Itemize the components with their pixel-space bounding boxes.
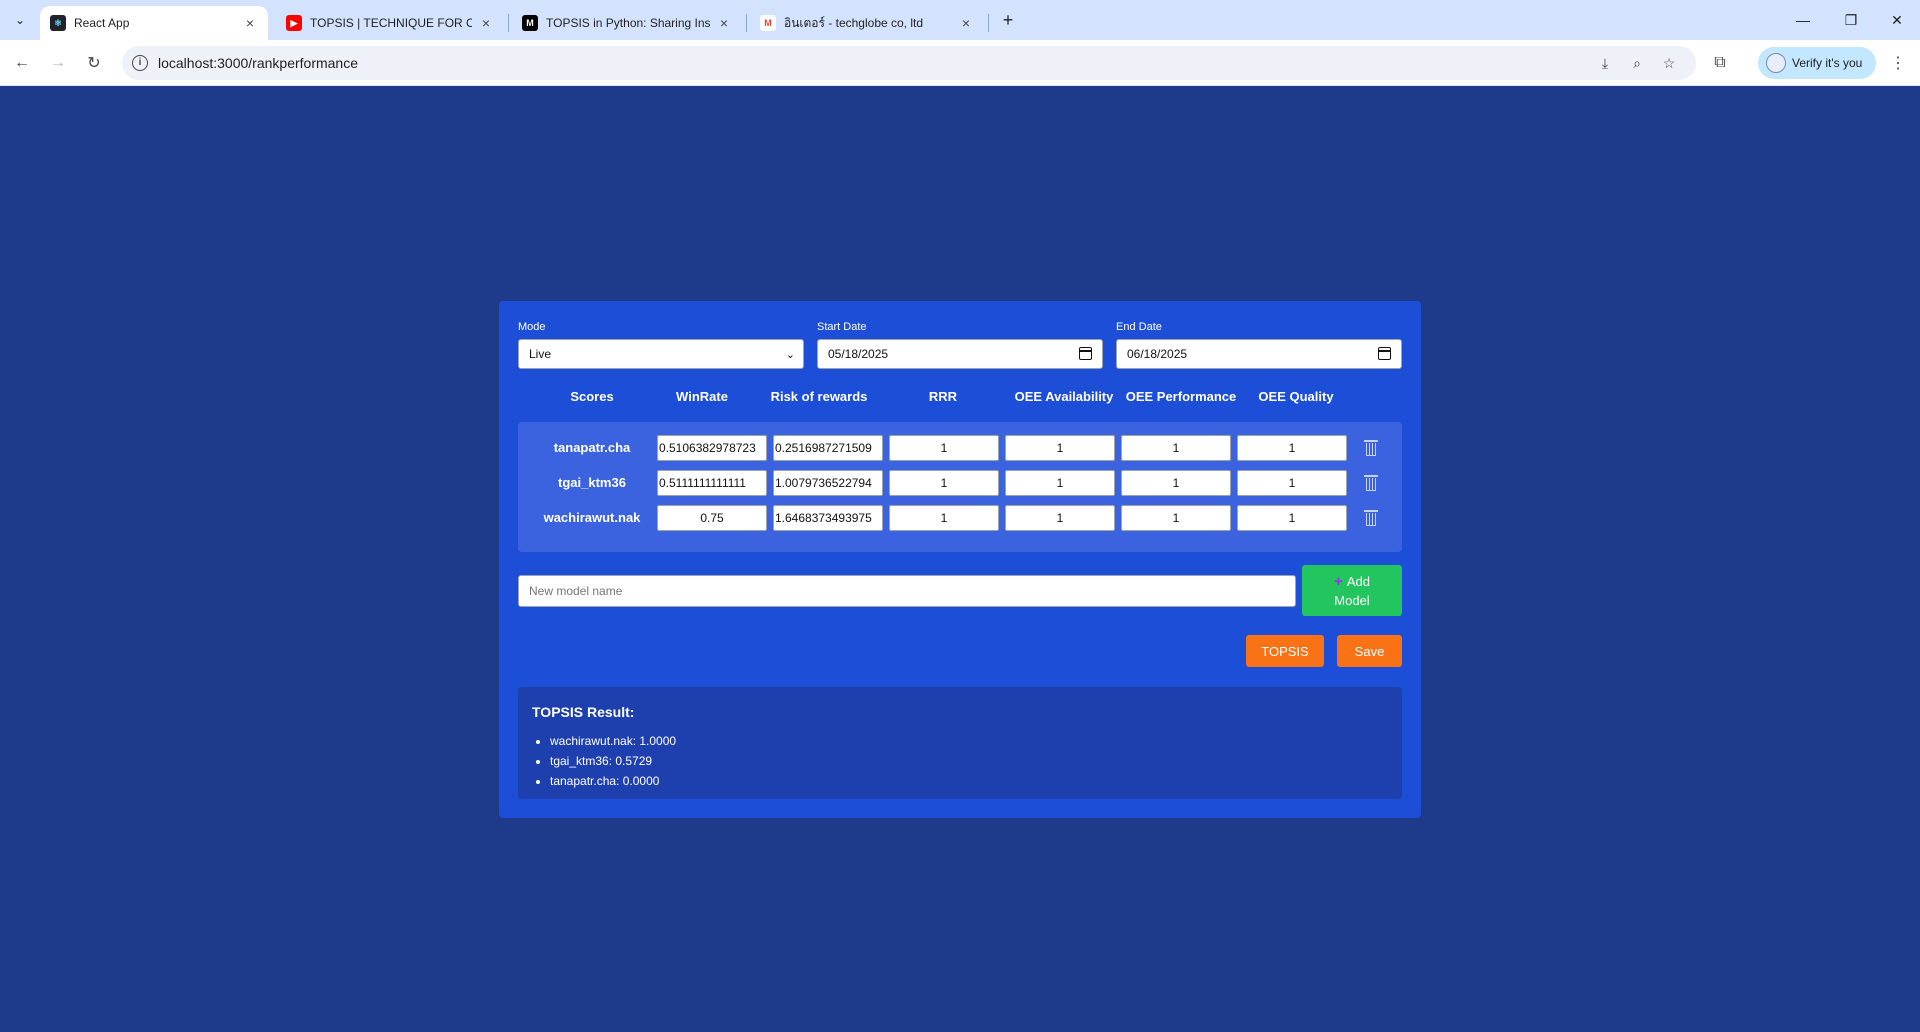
close-icon[interactable]: × <box>716 15 732 31</box>
oee-performance-input[interactable]: 1 <box>1121 435 1231 461</box>
winrate-input[interactable]: 0.5106382978723 <box>657 435 767 461</box>
save-button[interactable]: Save <box>1337 635 1402 667</box>
back-icon[interactable]: ← <box>8 49 36 77</box>
minimize-icon[interactable]: — <box>1780 0 1826 40</box>
row-name: tanapatr.cha <box>553 440 631 455</box>
forward-icon[interactable]: → <box>44 49 72 77</box>
header-winrate: WinRate <box>676 389 728 404</box>
reload-icon[interactable]: ↻ <box>80 49 108 77</box>
address-bar[interactable]: i localhost:3000/rankperformance ⤓ ⌕ ☆ <box>122 46 1696 80</box>
browser-toolbar: ← → ↻ i localhost:3000/rankperformance ⤓… <box>0 40 1920 86</box>
calendar-icon[interactable] <box>1079 347 1092 360</box>
tab-separator <box>746 14 747 32</box>
start-date-input[interactable]: 05/18/2025 <box>817 339 1103 369</box>
row-name: tgai_ktm36 <box>558 475 626 490</box>
tab-topsis-python[interactable]: M TOPSIS in Python: Sharing Insig × <box>512 6 742 40</box>
header-risk-of-rewards: Risk of rewards <box>770 389 868 404</box>
oee-quality-input[interactable]: 1 <box>1237 435 1347 461</box>
header-oee-quality: OEE Quality <box>1258 389 1334 404</box>
header-oee-performance: OEE Performance <box>1125 389 1237 404</box>
new-model-input[interactable]: New model name <box>518 575 1296 607</box>
row-name: wachirawut.nak <box>543 510 641 525</box>
close-icon[interactable]: × <box>242 15 258 31</box>
end-date-label: End Date <box>1116 321 1162 333</box>
tab-title: TOPSIS in Python: Sharing Insig <box>546 16 710 30</box>
oee-availability-input[interactable]: 1 <box>1005 505 1115 531</box>
topsis-button[interactable]: TOPSIS <box>1246 635 1324 667</box>
close-icon[interactable]: × <box>478 15 494 31</box>
topsis-result-panel: TOPSIS Result: wachirawut.nak: 1.0000 tg… <box>518 687 1402 799</box>
close-icon[interactable]: × <box>958 15 974 31</box>
result-title: TOPSIS Result: <box>532 704 635 720</box>
scores-table: tanapatr.cha 0.5106382978723 0.251698727… <box>518 422 1402 552</box>
add-model-label: Add <box>1346 573 1370 589</box>
result-item: tanapatr.cha: 0.0000 <box>550 771 676 791</box>
rank-performance-card: Mode Live ⌄ Start Date 05/18/2025 End Da… <box>499 301 1421 818</box>
tab-react-app[interactable]: ⚛ React App × <box>40 6 268 40</box>
calendar-icon[interactable] <box>1378 347 1391 360</box>
tab-title: TOPSIS | TECHNIQUE FOR ORDE <box>310 16 472 30</box>
zoom-icon[interactable]: ⌕ <box>1628 54 1646 72</box>
mode-label: Mode <box>518 321 546 333</box>
site-info-icon[interactable]: i <box>132 55 148 71</box>
trash-icon[interactable] <box>1363 439 1379 457</box>
tab-title: React App <box>74 16 130 30</box>
start-date-label: Start Date <box>817 321 867 333</box>
header-oee-availability: OEE Availability <box>1014 389 1114 404</box>
risk-of-rewards-input[interactable]: 0.2516987271509 <box>773 435 883 461</box>
rrr-input[interactable]: 1 <box>889 435 999 461</box>
oee-availability-input[interactable]: 1 <box>1005 470 1115 496</box>
result-list: wachirawut.nak: 1.0000 tgai_ktm36: 0.572… <box>550 731 676 791</box>
result-item: wachirawut.nak: 1.0000 <box>550 731 676 751</box>
tab-title: อินเตอร์ - techglobe co, ltd <box>784 15 924 30</box>
youtube-icon: ▶ <box>286 15 302 31</box>
mode-select[interactable]: Live ⌄ <box>518 339 804 369</box>
medium-icon: M <box>522 15 538 31</box>
tab-gmail[interactable]: M อินเตอร์ - techglobe co, ltd × <box>750 6 984 40</box>
extensions-icon[interactable]: ⧉ <box>1706 49 1734 77</box>
oee-availability-input[interactable]: 1 <box>1005 435 1115 461</box>
new-tab-icon[interactable]: + <box>996 8 1020 32</box>
bookmark-star-icon[interactable]: ☆ <box>1660 54 1678 72</box>
oee-performance-input[interactable]: 1 <box>1121 470 1231 496</box>
end-date-value: 06/18/2025 <box>1127 347 1188 361</box>
tab-separator <box>508 14 509 32</box>
avatar <box>1766 53 1786 73</box>
profile-button[interactable]: Verify it's you <box>1758 47 1876 79</box>
url-text[interactable]: localhost:3000/rankperformance <box>158 55 358 71</box>
rrr-input[interactable]: 1 <box>889 470 999 496</box>
mode-value: Live <box>529 347 552 361</box>
chevron-down-icon: ⌄ <box>785 349 795 361</box>
tab-strip: ⌄ ⚛ React App × ▶ TOPSIS | TECHNIQUE FOR… <box>0 0 1920 40</box>
window-close-icon[interactable]: ✕ <box>1874 0 1920 40</box>
new-model-placeholder: New model name <box>529 584 623 598</box>
menu-icon[interactable]: ⋮ <box>1884 49 1912 77</box>
trash-icon[interactable] <box>1363 509 1379 527</box>
oee-quality-input[interactable]: 1 <box>1237 505 1347 531</box>
end-date-input[interactable]: 06/18/2025 <box>1116 339 1402 369</box>
start-date-value: 05/18/2025 <box>828 347 889 361</box>
rrr-input[interactable]: 1 <box>889 505 999 531</box>
tab-topsis-youtube[interactable]: ▶ TOPSIS | TECHNIQUE FOR ORDE × <box>276 6 504 40</box>
risk-of-rewards-input[interactable]: 1.0079736522794 <box>773 470 883 496</box>
add-model-button[interactable]: + Add Model <box>1302 565 1402 616</box>
gmail-icon: M <box>760 15 776 31</box>
restore-icon[interactable]: ❐ <box>1828 0 1874 40</box>
oee-performance-input[interactable]: 1 <box>1121 505 1231 531</box>
winrate-input[interactable]: 0.5111111111111 <box>657 470 767 496</box>
plus-icon: + <box>1334 572 1343 590</box>
tab-search-button[interactable]: ⌄ <box>8 8 32 32</box>
header-rrr: RRR <box>928 389 958 404</box>
trash-icon[interactable] <box>1363 474 1379 492</box>
add-model-label: Model <box>1334 592 1370 608</box>
result-item: tgai_ktm36: 0.5729 <box>550 751 676 771</box>
risk-of-rewards-input[interactable]: 1.6468373493975 <box>773 505 883 531</box>
tab-separator <box>988 14 989 32</box>
winrate-input[interactable]: 0.75 <box>657 505 767 531</box>
react-icon: ⚛ <box>50 15 66 31</box>
oee-quality-input[interactable]: 1 <box>1237 470 1347 496</box>
profile-label: Verify it's you <box>1792 56 1863 70</box>
install-app-icon[interactable]: ⤓ <box>1596 54 1614 72</box>
